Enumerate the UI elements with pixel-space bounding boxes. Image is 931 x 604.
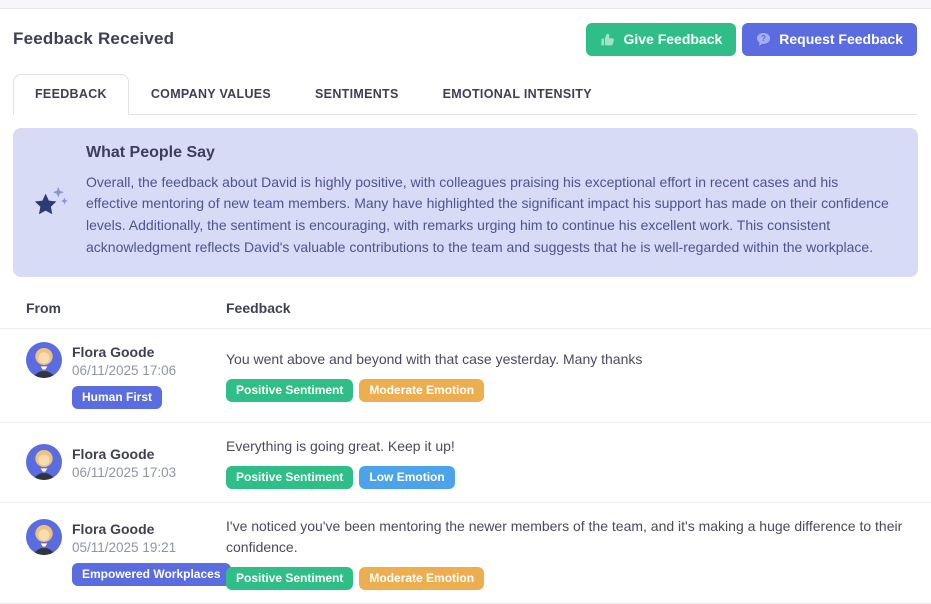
- give-feedback-label: Give Feedback: [623, 31, 722, 48]
- summary-box: What People Say Overall, the feedback ab…: [13, 128, 918, 277]
- table-row: Flora Goode 05/11/2025 19:21 Empowered Wor…: [0, 503, 931, 604]
- avatar: [26, 444, 62, 480]
- tab-sentiments[interactable]: SENTIMENTS: [293, 74, 421, 115]
- thumbs-up-icon: [600, 32, 615, 47]
- person-name: Flora Goode: [72, 444, 176, 462]
- feedback-date: 05/11/2025 19:21: [72, 540, 176, 555]
- tabs: FEEDBACKCOMPANY VALUESSENTIMENTSEMOTIONA…: [13, 74, 917, 115]
- feedback-table-body: Flora Goode 06/11/2025 17:06 Human First Yo…: [0, 329, 931, 604]
- from-cell: Flora Goode 06/11/2025 17:06 Human First: [13, 342, 220, 409]
- summary-text: Overall, the feedback about David is hig…: [86, 172, 894, 259]
- feedback-text: I've noticed you've been mentoring the n…: [226, 516, 908, 558]
- give-feedback-button[interactable]: Give Feedback: [586, 23, 736, 56]
- summary-title: What People Say: [86, 144, 894, 162]
- moderate-emotion-badge: Moderate Emotion: [359, 567, 484, 590]
- tab-emotional-intensity[interactable]: EMOTIONAL INTENSITY: [421, 74, 614, 115]
- feedback-date: 06/11/2025 17:03: [72, 465, 176, 480]
- person-name: Flora Goode: [72, 519, 176, 537]
- column-header-from: From: [13, 300, 220, 316]
- moderate-emotion-badge: Moderate Emotion: [359, 379, 484, 402]
- feedback-table: From Feedback Flora Goode 06/11/2025 17:0…: [0, 290, 931, 604]
- feedback-text: You went above and beyond with that case…: [226, 349, 908, 370]
- request-feedback-label: Request Feedback: [779, 31, 903, 48]
- feedback-cell: You went above and beyond with that case…: [220, 349, 918, 402]
- svg-text:?: ?: [761, 34, 766, 43]
- page-title: Feedback Received: [13, 29, 174, 49]
- column-header-feedback: Feedback: [220, 300, 918, 316]
- person-name: Flora Goode: [72, 342, 176, 360]
- summary-content: What People Say Overall, the feedback ab…: [86, 144, 894, 259]
- top-strip: [0, 0, 931, 9]
- table-header: From Feedback: [0, 290, 931, 329]
- table-row: Flora Goode 06/11/2025 17:03 Everything is…: [0, 423, 931, 503]
- header-actions: Give Feedback ? Request Feedback: [586, 23, 917, 56]
- company-value-badge: Empowered Workplaces: [72, 563, 231, 586]
- page-header: Feedback Received Give Feedback ? Reques…: [0, 9, 931, 68]
- positive-sentiment-badge: Positive Sentiment: [226, 567, 353, 590]
- tab-company-values[interactable]: COMPANY VALUES: [129, 74, 293, 115]
- feedback-date: 06/11/2025 17:06: [72, 363, 176, 378]
- table-row: Flora Goode 06/11/2025 17:06 Human First Yo…: [0, 329, 931, 423]
- avatar: [26, 342, 62, 378]
- from-cell: Flora Goode 06/11/2025 17:03: [13, 444, 220, 480]
- sparkle-star-icon: [27, 180, 73, 222]
- feedback-text: Everything is going great. Keep it up!: [226, 436, 908, 457]
- company-value-badge: Human First: [72, 386, 162, 409]
- avatar: [26, 519, 62, 555]
- low-emotion-badge: Low Emotion: [359, 466, 454, 489]
- tab-feedback[interactable]: FEEDBACK: [13, 74, 129, 115]
- from-cell: Flora Goode05/11/2025 19:21Empowered Wor…: [13, 519, 220, 586]
- feedback-cell: I've noticed you've been mentoring the n…: [220, 516, 918, 590]
- question-bubble-icon: ?: [756, 32, 771, 47]
- feedback-cell: Everything is going great. Keep it up! Po…: [220, 436, 918, 489]
- positive-sentiment-badge: Positive Sentiment: [226, 379, 353, 402]
- positive-sentiment-badge: Positive Sentiment: [226, 466, 353, 489]
- request-feedback-button[interactable]: ? Request Feedback: [742, 23, 917, 56]
